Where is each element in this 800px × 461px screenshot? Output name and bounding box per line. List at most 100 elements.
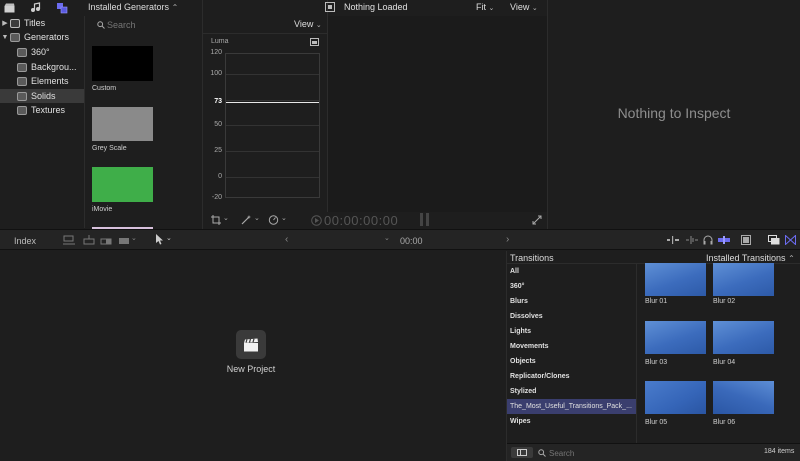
chevron-down-icon: ⌄: [315, 22, 322, 29]
index-button[interactable]: Index: [14, 236, 36, 246]
new-project-label: New Project: [226, 364, 276, 374]
sidebar-item-generators[interactable]: ▼ Generators: [0, 30, 84, 44]
play-icon[interactable]: [311, 215, 322, 226]
chevron-down-icon[interactable]: ⌄: [254, 214, 260, 222]
sidebar-item-label: Generators: [24, 32, 70, 42]
thumb-label: iMovie: [92, 206, 113, 213]
thumb-grey-scale[interactable]: [92, 107, 153, 141]
magic-wand-icon[interactable]: [241, 215, 252, 225]
search-input[interactable]: [107, 20, 192, 30]
headphones-icon[interactable]: [703, 235, 713, 245]
forward-arrow-icon[interactable]: ›: [506, 234, 509, 245]
chevron-down-icon[interactable]: ⌄: [384, 234, 390, 242]
insert-clip-icon[interactable]: [83, 235, 95, 245]
category-stylized[interactable]: Stylized: [507, 384, 636, 399]
top-toolbar: Installed Generators ⌃: [0, 0, 202, 16]
library-sidebar: ▶ Titles ▼ Generators 360° Backgrou... E…: [0, 16, 84, 228]
append-clip-icon[interactable]: [100, 235, 112, 245]
transitions-browser-icon[interactable]: [785, 235, 796, 245]
connect-clip-icon[interactable]: [63, 235, 75, 245]
scope-tick: 25: [214, 147, 222, 154]
category-replicator-clones[interactable]: Replicator/Clones: [507, 369, 636, 384]
new-project-button[interactable]: [236, 330, 266, 359]
scope-tick: 120: [210, 49, 222, 56]
scope-tick: 0: [218, 173, 222, 180]
category-all[interactable]: All: [507, 264, 636, 279]
thumb-label: Custom: [92, 85, 117, 92]
thumb-custom[interactable]: [92, 46, 153, 81]
disclosure-down-icon[interactable]: ▼: [0, 34, 10, 41]
zoom-label: Fit: [476, 2, 486, 12]
folder-icon: [17, 62, 27, 72]
sidebar-toggle-icon[interactable]: [511, 447, 533, 458]
back-arrow-icon[interactable]: ‹: [285, 234, 288, 245]
transition-thumb-blur-03[interactable]: [645, 321, 706, 354]
category-lights[interactable]: Lights: [507, 324, 636, 339]
transition-thumb-blur-05[interactable]: [645, 381, 706, 414]
category-movements[interactable]: Movements: [507, 339, 636, 354]
scope-tick: -20: [211, 194, 222, 201]
chevron-down-icon: ⌄: [488, 5, 495, 12]
grid-line: [226, 151, 319, 152]
transition-thumb-blur-02[interactable]: [713, 263, 774, 296]
grid-line: [226, 100, 319, 101]
viewer-layout-icon[interactable]: [325, 2, 335, 12]
scope-settings-icon[interactable]: [310, 38, 319, 46]
crop-icon[interactable]: [211, 215, 222, 225]
category-objects[interactable]: Objects: [507, 354, 636, 369]
sidebar-item-solids[interactable]: Solids: [0, 89, 84, 103]
titles-icon: [10, 18, 20, 28]
pointer-tool-icon[interactable]: [155, 234, 164, 245]
speed-icon[interactable]: [268, 215, 279, 225]
audio-skimming-icon[interactable]: [667, 236, 679, 244]
transitions-search-input[interactable]: [549, 448, 739, 458]
grid-line: [226, 177, 319, 178]
effects-browser-icon[interactable]: [768, 235, 780, 245]
audio-waveform-icon[interactable]: [686, 235, 698, 245]
generators-dropdown[interactable]: Installed Generators ⌃: [88, 2, 178, 12]
scope-view-button[interactable]: View ⌄: [294, 19, 322, 29]
viewer-zoom-dropdown[interactable]: Fit ⌄: [476, 2, 494, 12]
overwrite-clip-icon[interactable]: [118, 235, 130, 245]
search-icon: [538, 449, 549, 457]
transition-thumb-blur-01[interactable]: [645, 263, 706, 296]
luma-trace: [226, 102, 319, 103]
transitions-source-dropdown[interactable]: Installed Transitions ⌃: [706, 253, 795, 263]
thumb-imovie[interactable]: [92, 167, 153, 202]
chevron-down-icon[interactable]: ⌄: [223, 214, 229, 222]
transition-thumb-blur-06[interactable]: [713, 381, 774, 414]
category-dissolves[interactable]: Dissolves: [507, 309, 636, 324]
category-360[interactable]: 360°: [507, 279, 636, 294]
sidebar-item-elements[interactable]: Elements: [0, 74, 84, 88]
transition-thumb-label: Blur 04: [713, 359, 736, 366]
sidebar-item-textures[interactable]: Textures: [0, 103, 84, 117]
chevron-down-icon[interactable]: ⌄: [131, 234, 137, 242]
sidebar-item-backgrounds[interactable]: Backgrou...: [0, 60, 84, 74]
transitions-search[interactable]: [538, 447, 748, 459]
titles-generators-icon[interactable]: [55, 2, 68, 14]
generators-icon: [10, 32, 20, 42]
music-icon[interactable]: [29, 2, 41, 13]
sidebar-item-label: Elements: [31, 76, 69, 86]
chevron-down-icon[interactable]: ⌄: [166, 234, 172, 242]
viewer-view-dropdown[interactable]: View ⌄: [510, 2, 538, 12]
solo-icon[interactable]: [718, 236, 730, 244]
category-most-useful-pack[interactable]: The_Most_Useful_Transitions_Pack_...: [507, 399, 636, 414]
sidebar-item-label: 360°: [31, 47, 50, 57]
timeline-time: 00:00: [400, 236, 423, 246]
inspector-empty-text: Nothing to Inspect: [617, 105, 731, 121]
category-blurs[interactable]: Blurs: [507, 294, 636, 309]
disclosure-right-icon[interactable]: ▶: [0, 19, 10, 27]
clapper-icon[interactable]: [3, 2, 15, 13]
transitions-divider: [636, 264, 637, 443]
sidebar-item-360[interactable]: 360°: [0, 45, 84, 59]
transition-thumb-blur-04[interactable]: [713, 321, 774, 354]
chevron-down-icon: ⌄: [531, 5, 538, 12]
fullscreen-icon[interactable]: [532, 215, 542, 225]
clip-appearance-icon[interactable]: [741, 235, 751, 245]
category-wipes[interactable]: Wipes: [507, 414, 636, 429]
chevron-down-icon[interactable]: ⌄: [281, 214, 287, 222]
browser-search[interactable]: [97, 18, 197, 32]
sidebar-item-titles[interactable]: ▶ Titles: [0, 16, 84, 30]
folder-icon: [17, 105, 27, 115]
